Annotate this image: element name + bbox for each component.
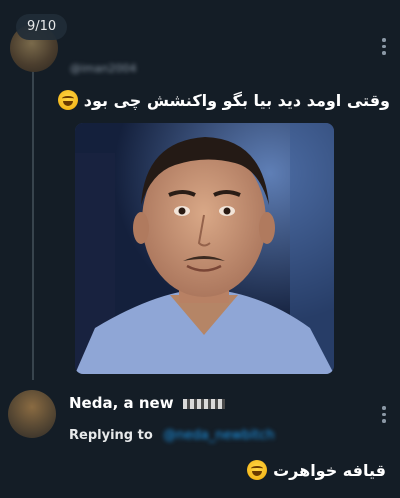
reply-text-body: قیافه خواهرت xyxy=(273,460,386,480)
reply-avatar[interactable] xyxy=(8,390,56,438)
tweet-handle[interactable]: @iman2004 xyxy=(70,62,136,75)
reply-author-name[interactable]: Neda, a new xyxy=(69,394,225,412)
redacted-emoji xyxy=(182,398,225,409)
reply-author-text: Neda, a new xyxy=(69,394,174,412)
thread-line xyxy=(32,62,34,380)
replying-to-label: Replying to xyxy=(69,428,153,443)
more-options-icon[interactable] xyxy=(382,38,388,55)
reply-text: قیافه خواهرت xyxy=(247,460,386,480)
portrait-photo xyxy=(75,123,334,374)
replying-to-line: Replying to @neda_newbitch xyxy=(69,428,274,443)
laughing-emoji-icon xyxy=(57,90,78,110)
tweet-text-body: وقتی اومد دید بیا بگو واکنشش چی بود xyxy=(83,90,390,110)
image-counter-badge: 9/10 xyxy=(16,14,68,40)
tweet-media-image[interactable] xyxy=(75,123,334,374)
reply-more-options-icon[interactable] xyxy=(382,406,388,423)
laughing-emoji-icon xyxy=(247,460,268,480)
tweet-text: وقتی اومد دید بیا بگو واکنشش چی بود xyxy=(57,90,390,110)
replying-to-handle[interactable]: @neda_newbitch xyxy=(163,428,274,443)
